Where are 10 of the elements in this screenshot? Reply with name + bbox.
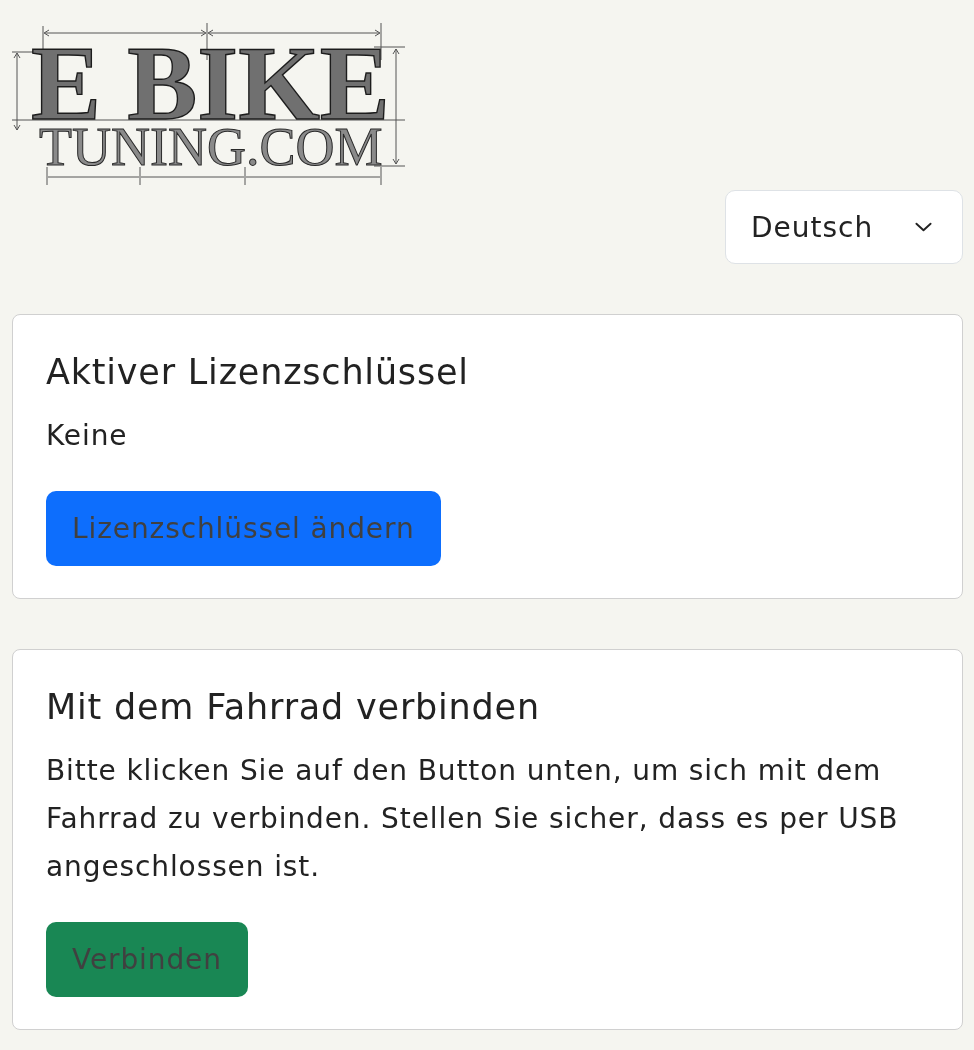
change-license-button[interactable]: Lizenzschlüssel ändern xyxy=(46,490,441,566)
logo-title: E BIKE xyxy=(31,47,390,121)
connect-button[interactable]: Verbinden xyxy=(46,921,248,997)
instructions-text: Bitte klicken Sie auf den Button unten, um sich mit dem Fahrrad zu verbinden. Stellen Sie sicher, dass es per USB angeschlossen ist. xyxy=(46,752,900,885)
chevron-down-icon xyxy=(915,222,932,232)
license-value: Keine xyxy=(46,417,128,454)
card-title: Aktiver Lizenzschlüssel xyxy=(46,351,469,393)
card-title: Mit dem Fahrrad verbinden xyxy=(46,686,540,728)
language-select[interactable]: Deutsch xyxy=(725,190,963,264)
logo-subtitle: TUNING.COM xyxy=(39,128,383,167)
